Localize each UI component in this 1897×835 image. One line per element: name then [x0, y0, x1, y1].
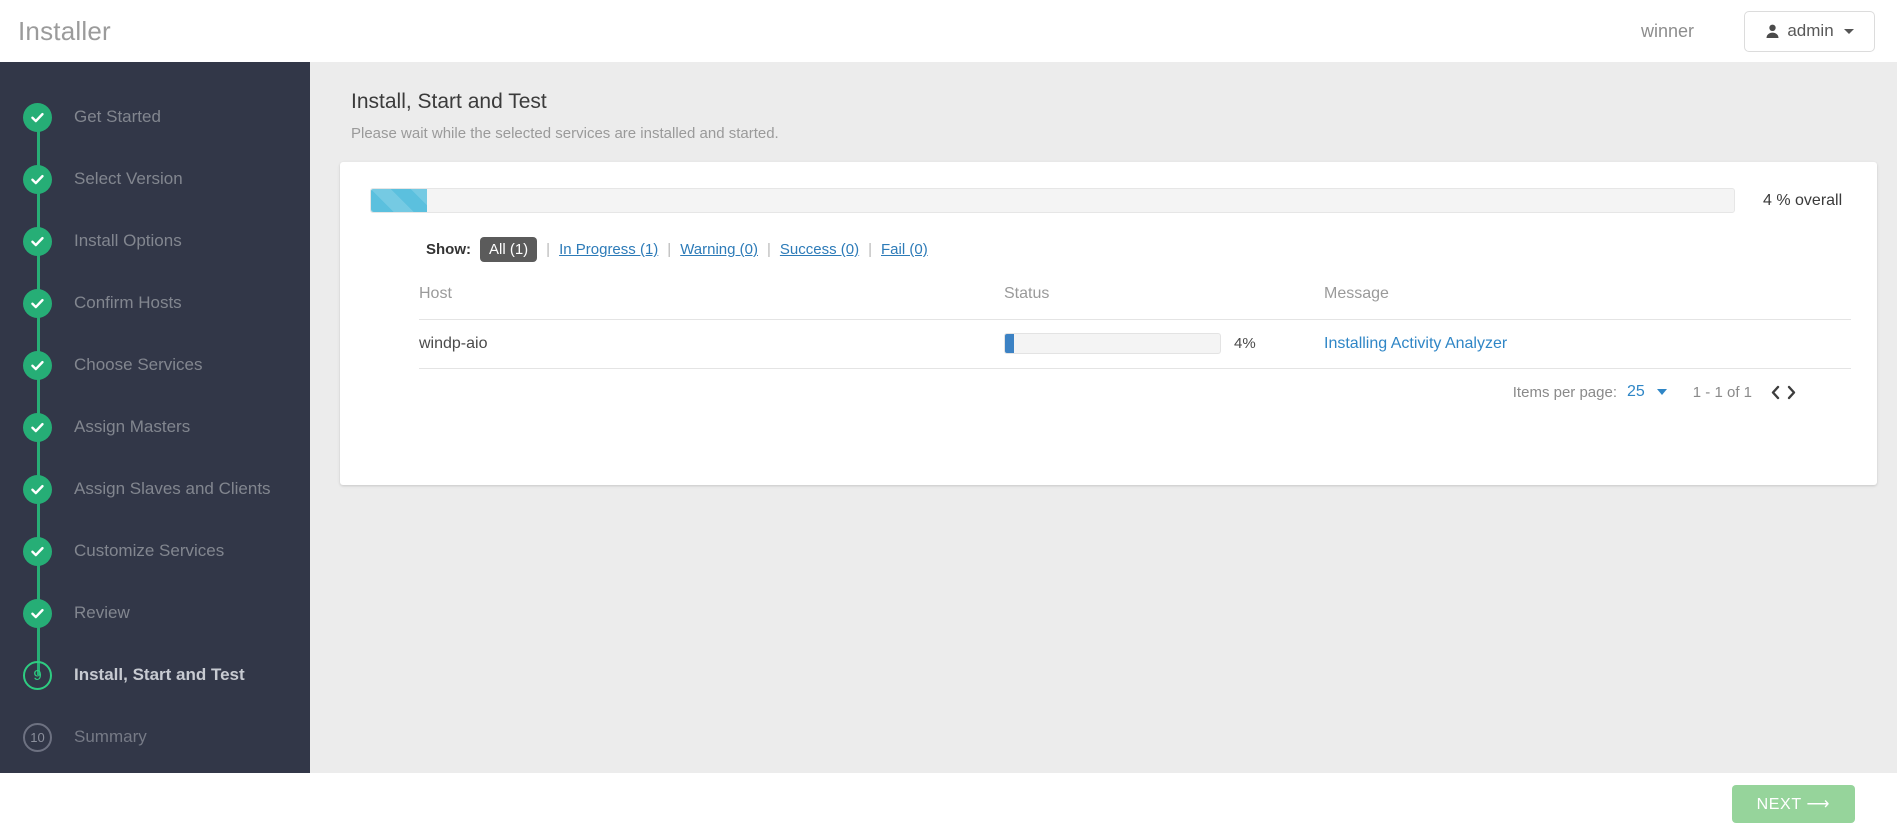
column-header-message: Message: [1324, 285, 1851, 320]
chevron-right-icon[interactable]: [1785, 385, 1798, 400]
status-filter-row: Show: All (1) | In Progress (1) | Warning (0…: [370, 237, 1847, 262]
wizard-steps: Get Started Select Version Install Options…: [0, 62, 310, 768]
page-range-label: 1 - 1 of 1: [1692, 383, 1752, 401]
sidebar: Get Started Select Version Install Options…: [0, 62, 310, 773]
cell-status: 4%: [1004, 319, 1324, 369]
sidebar-step-label: Install, Start and Test: [74, 665, 245, 684]
cluster-name: winner: [1640, 20, 1694, 41]
filter-option-in-progress-1[interactable]: In Progress (1): [559, 241, 658, 258]
next-button[interactable]: NEXT ⟶: [1731, 785, 1855, 823]
table-row: windp-aio 4% Installing Activity Analyzer: [419, 319, 1851, 369]
filter-separator: |: [767, 241, 771, 258]
chevron-down-icon: [1843, 28, 1854, 34]
chevron-left-icon[interactable]: [1769, 385, 1782, 400]
filter-separator: |: [667, 241, 672, 258]
sidebar-step-review[interactable]: Review: [0, 582, 310, 675]
sidebar-step-choose-services[interactable]: Choose Services: [0, 334, 310, 427]
sidebar-step-label: Summary: [74, 727, 147, 746]
host-progress: 4%: [1004, 333, 1324, 354]
items-per-page-select[interactable]: 25: [1627, 383, 1667, 401]
sidebar-step-select-version[interactable]: Select Version: [0, 148, 310, 241]
sidebar-step-label: Choose Services: [74, 355, 203, 374]
filter-option-all-1[interactable]: All (1): [480, 237, 538, 262]
overall-progress-label: 4 % overall: [1763, 191, 1843, 209]
check-icon: [23, 412, 52, 442]
cell-message: Installing Activity Analyzer: [1324, 319, 1851, 369]
sidebar-step-assign-slaves-and-clients[interactable]: Assign Slaves and Clients: [0, 458, 310, 551]
sidebar-step-confirm-hosts[interactable]: Confirm Hosts: [0, 272, 310, 365]
check-icon: [23, 598, 52, 628]
main-content: Install, Start and Test Please wait whil…: [310, 62, 1897, 773]
sidebar-step-get-started[interactable]: Get Started: [0, 86, 310, 179]
cell-host: windp-aio: [419, 319, 1004, 369]
check-icon: [23, 474, 52, 504]
check-icon: [23, 102, 52, 132]
user-icon: [1765, 23, 1780, 39]
filter-separator: |: [546, 241, 551, 258]
filter-option-success-0[interactable]: Success (0): [780, 241, 859, 258]
overall-progress-bar: [370, 188, 1735, 213]
column-header-status: Status: [1004, 285, 1324, 320]
filter-separator: |: [868, 241, 873, 258]
check-icon: [23, 226, 52, 256]
sidebar-step-label: Assign Masters: [74, 417, 191, 436]
paginator: Items per page: 25 1 - 1 of 1: [370, 383, 1798, 401]
sidebar-step-label: Customize Services: [74, 541, 225, 560]
check-icon: [23, 288, 52, 318]
install-progress-card: 4 % overall Show: All (1) | In Progress (1…: [340, 162, 1877, 485]
items-per-page-label: Items per page:: [1512, 383, 1617, 401]
page-title: Install, Start and Test: [351, 90, 547, 113]
sidebar-step-assign-masters[interactable]: Assign Masters: [0, 396, 310, 489]
step-number-badge: 9: [23, 660, 52, 690]
message-link[interactable]: Installing Activity Analyzer: [1324, 335, 1507, 352]
footer: NEXT ⟶: [0, 773, 1897, 835]
host-status-table: Host Status Message windp-aio 4% Installin…: [419, 285, 1851, 369]
sidebar-step-label: Select Version: [74, 169, 183, 188]
top-bar-right: winner admin: [1640, 10, 1897, 52]
check-icon: [23, 536, 52, 566]
sidebar-step-install-start-and-test[interactable]: 9 Install, Start and Test: [0, 644, 310, 706]
filter-label: Show:: [426, 241, 471, 258]
filter-options: All (1) | In Progress (1) | Warning (0) | Succ…: [480, 237, 928, 262]
check-icon: [23, 164, 52, 194]
filter-option-fail-0[interactable]: Fail (0): [881, 241, 928, 258]
sidebar-step-label: Install Options: [74, 231, 182, 250]
chevron-down-icon: [1656, 389, 1667, 395]
page-arrows: [1769, 385, 1798, 400]
check-icon: [23, 350, 52, 380]
user-menu-label: admin: [1787, 21, 1834, 40]
sidebar-step-label: Confirm Hosts: [74, 293, 182, 312]
sidebar-step-label: Review: [74, 603, 130, 622]
sidebar-step-summary[interactable]: 10 Summary: [0, 706, 310, 768]
host-progress-fill: [1005, 334, 1014, 353]
top-bar: Installer winner admin: [0, 0, 1897, 62]
sidebar-step-label: Get Started: [74, 107, 161, 126]
sidebar-step-label: Assign Slaves and Clients: [74, 479, 271, 498]
host-progress-label: 4%: [1234, 335, 1256, 352]
column-header-host: Host: [419, 285, 1004, 320]
user-menu-button[interactable]: admin: [1744, 10, 1875, 52]
filter-option-warning-0[interactable]: Warning (0): [680, 241, 758, 258]
overall-progress-row: 4 % overall: [370, 188, 1847, 213]
host-progress-bar: [1004, 333, 1221, 354]
app-title: Installer: [18, 15, 111, 46]
step-number-badge: 10: [23, 722, 52, 752]
items-per-page-value: 25: [1627, 383, 1645, 400]
sidebar-step-install-options[interactable]: Install Options: [0, 210, 310, 303]
sidebar-step-customize-services[interactable]: Customize Services: [0, 520, 310, 613]
overall-progress-fill: [371, 189, 427, 212]
table-header-row: Host Status Message: [419, 285, 1851, 320]
page-subtitle: Please wait while the selected services …: [351, 125, 779, 142]
